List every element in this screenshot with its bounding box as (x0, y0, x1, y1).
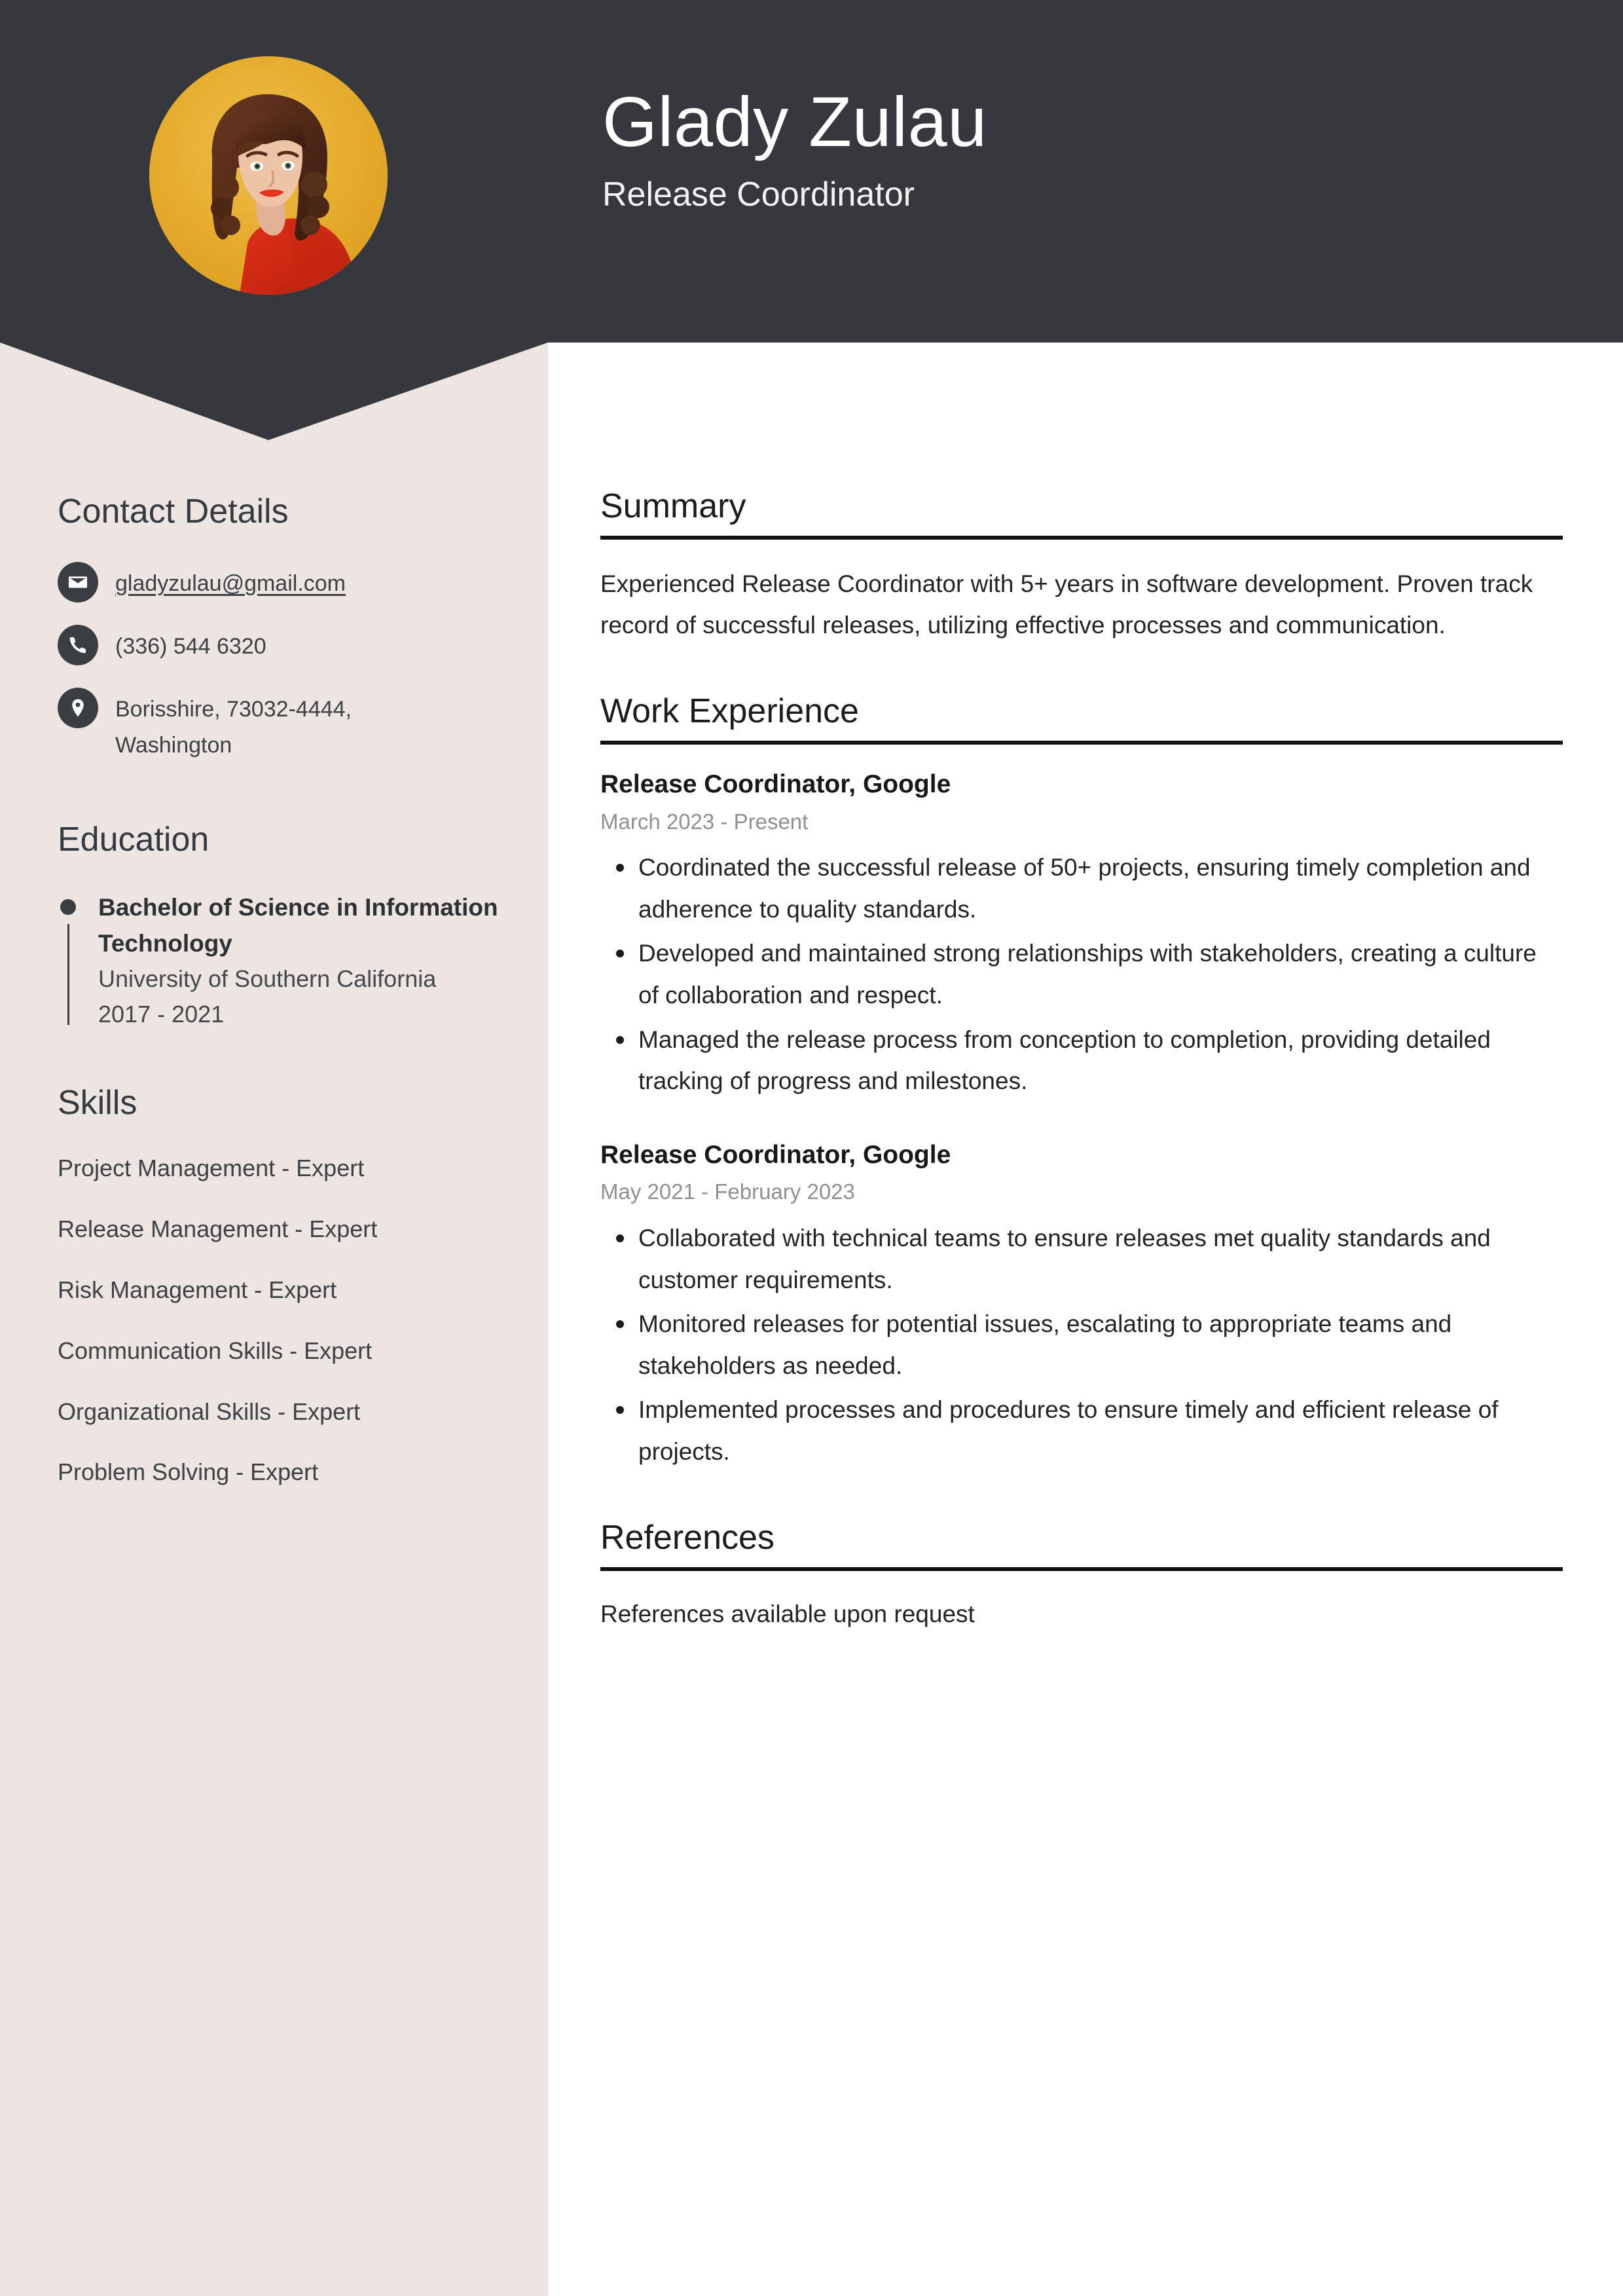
contact-phone-value: (336) 544 6320 (115, 634, 266, 659)
timeline-line (67, 923, 69, 1025)
contact-details-section: Contact Details gladyzulau@gmail.com (33… (58, 491, 502, 764)
references-section: References References available upon req… (600, 1519, 1563, 1633)
contact-list: gladyzulau@gmail.com (336) 544 6320 Bori… (58, 562, 502, 764)
references-text: References available upon request (600, 1600, 975, 1627)
list-item: Implemented processes and procedures to … (600, 1389, 1563, 1472)
phone-icon (58, 625, 98, 666)
education-school: University of Southern California (98, 965, 437, 993)
contact-item-address: Borisshire, 73032-4444, Washington (58, 688, 502, 764)
list-item: Project Management - Expert (58, 1155, 365, 1182)
work-experience-section: Work Experience Release Coordinator, Goo… (600, 692, 1563, 1473)
contact-item-phone[interactable]: (336) 544 6320 (58, 625, 502, 666)
references-heading: References (600, 1519, 1563, 1571)
list-item: Coordinated the successful release of 50… (600, 847, 1563, 930)
education-heading: Education (58, 820, 210, 859)
timeline-dot-icon (60, 898, 76, 915)
list-item: Developed and maintained strong relation… (600, 933, 1563, 1016)
contact-email-value[interactable]: gladyzulau@gmail.com (115, 562, 346, 602)
job-title: Release Coordinator, Google (600, 769, 951, 798)
skills-list: Project Management - Expert Release Mana… (58, 1153, 502, 1488)
work-experience-item: Release Coordinator, Google May 2021 - F… (600, 1139, 1563, 1473)
list-item: Risk Management - Expert (58, 1276, 337, 1303)
list-item: Collaborated with technical teams to ens… (600, 1217, 1563, 1301)
job-role-subtitle: Release Coordinator (602, 175, 915, 213)
contact-address-value: Borisshire, 73032-4444, Washington (115, 697, 352, 758)
skills-heading: Skills (58, 1083, 137, 1122)
list-item: Managed the release process from concept… (600, 1019, 1563, 1102)
work-experience-heading: Work Experience (600, 692, 1563, 745)
list-item: Organizational Skills - Expert (58, 1398, 361, 1425)
education-degree: Bachelor of Science in Information Techn… (98, 893, 498, 957)
job-title: Release Coordinator, Google (600, 1140, 951, 1169)
list-item: Release Management - Expert (58, 1215, 378, 1243)
job-bullet-list: Coordinated the successful release of 50… (600, 847, 1563, 1102)
education-dates: 2017 - 2021 (98, 1000, 225, 1028)
envelope-icon (58, 562, 98, 603)
main-content: Summary Experienced Release Coordinator … (600, 487, 1563, 1679)
list-item: Monitored releases for potential issues,… (600, 1303, 1563, 1386)
list-item: Communication Skills - Expert (58, 1337, 373, 1364)
job-date-range: March 2023 - Present (600, 809, 809, 834)
page-title: Glady Zulau (602, 82, 987, 161)
summary-text: Experienced Release Coordinator with 5+ … (600, 570, 1533, 639)
map-pin-icon (58, 688, 98, 729)
work-experience-item: Release Coordinator, Google March 2023 -… (600, 768, 1563, 1102)
skills-section: Skills Project Management - Expert Relea… (58, 1083, 502, 1488)
list-item: Problem Solving - Expert (58, 1458, 319, 1486)
resume-page: Glady Zulau Release Coordinator Contact … (0, 0, 1623, 2296)
summary-heading: Summary (600, 487, 1563, 540)
header-text-block: Glady Zulau Release Coordinator (602, 82, 987, 213)
job-bullet-list: Collaborated with technical teams to ens… (600, 1217, 1563, 1473)
contact-details-heading: Contact Details (58, 492, 289, 530)
education-item: Bachelor of Science in Information Techn… (58, 890, 502, 1031)
education-section: Education Bachelor of Science in Informa… (58, 819, 502, 1031)
summary-section: Summary Experienced Release Coordinator … (600, 487, 1563, 646)
avatar (149, 56, 388, 295)
contact-item-email[interactable]: gladyzulau@gmail.com (58, 562, 502, 603)
job-date-range: May 2021 - February 2023 (600, 1179, 855, 1204)
